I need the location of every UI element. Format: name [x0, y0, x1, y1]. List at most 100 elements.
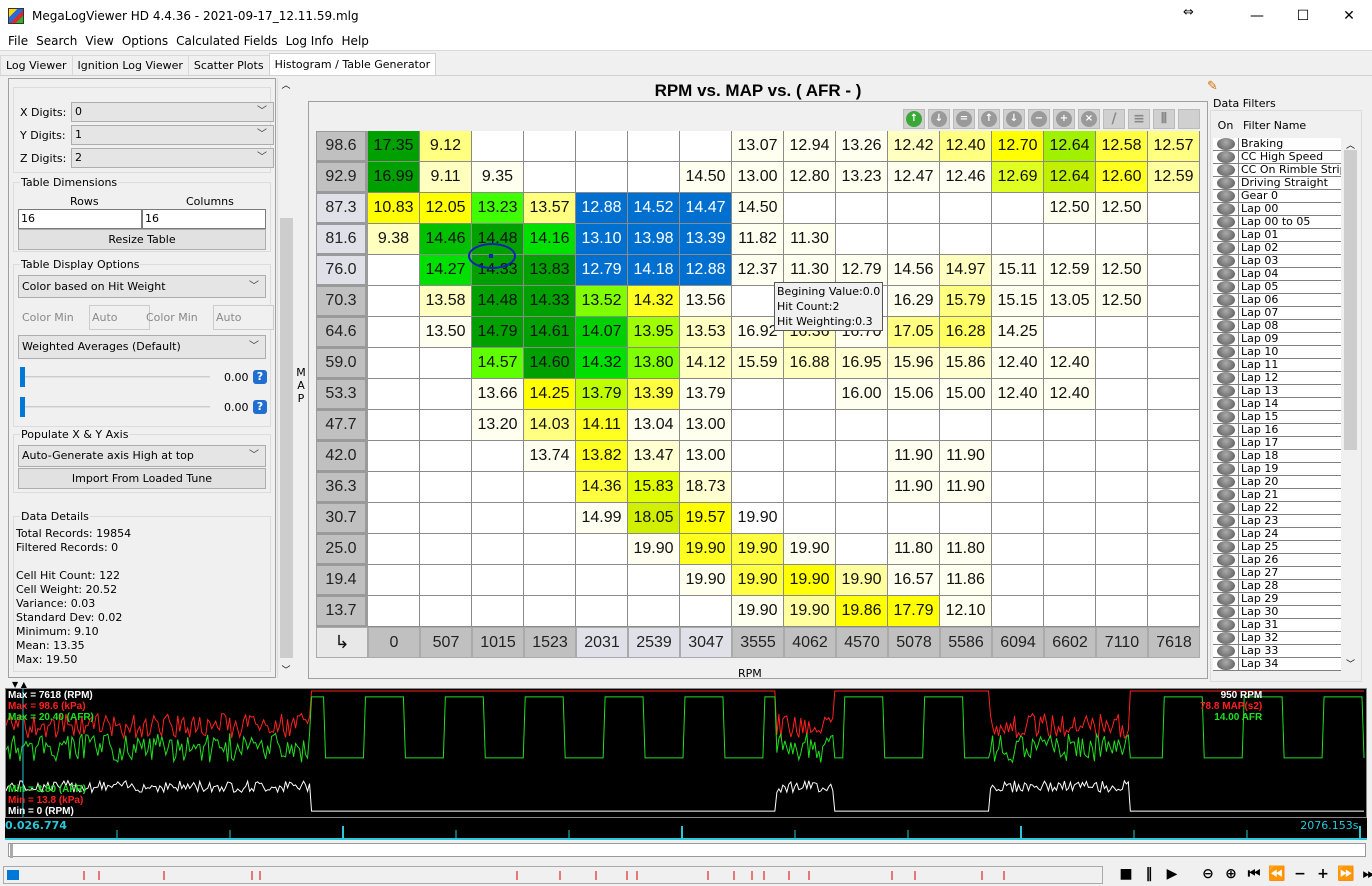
filter-row[interactable]: Lap 32 [1213, 632, 1341, 645]
table-cell[interactable]: 14.27 [420, 255, 472, 286]
row-header[interactable]: 19.4 [316, 565, 368, 596]
table-cell[interactable] [628, 131, 680, 162]
table-cell[interactable] [888, 224, 940, 255]
filter-row[interactable]: Lap 30 [1213, 606, 1341, 619]
table-cell[interactable] [1044, 534, 1096, 565]
table-cell[interactable] [472, 441, 524, 472]
filter-toggle[interactable] [1213, 203, 1238, 215]
table-cell[interactable]: 11.30 [784, 224, 836, 255]
table-cell[interactable]: 13.83 [524, 255, 576, 286]
table-cell[interactable]: 13.52 [576, 286, 628, 317]
menu-calculated-fields[interactable]: Calculated Fields [172, 34, 281, 48]
table-cell[interactable] [368, 441, 420, 472]
table-cell[interactable] [524, 596, 576, 627]
filter-row[interactable]: Lap 02 [1213, 242, 1341, 255]
filter-toggle[interactable] [1213, 606, 1238, 618]
table-cell[interactable]: 19.90 [732, 503, 784, 534]
filter-toggle[interactable] [1213, 177, 1238, 189]
table-cell[interactable] [524, 503, 576, 534]
col-on[interactable]: On [1213, 115, 1238, 137]
table-cell[interactable] [1148, 193, 1200, 224]
row-header[interactable]: 81.6 [316, 224, 368, 255]
time-scrubber[interactable] [8, 843, 1366, 858]
table-cell[interactable] [576, 131, 628, 162]
filter-row[interactable]: Lap 25 [1213, 541, 1341, 554]
table-cell[interactable]: 14.50 [732, 193, 784, 224]
row-header[interactable]: 64.6 [316, 317, 368, 348]
filter-row[interactable]: Lap 15 [1213, 411, 1341, 424]
table-cell[interactable] [1044, 503, 1096, 534]
table-cell[interactable]: 9.11 [420, 162, 472, 193]
arrow-up-icon[interactable]: ↑ [978, 109, 1000, 129]
filter-toggle[interactable] [1213, 593, 1238, 605]
table-cell[interactable]: 9.38 [368, 224, 420, 255]
table-cell[interactable]: 12.88 [576, 193, 628, 224]
filter-toggle[interactable] [1213, 268, 1238, 280]
filter-toggle[interactable] [1213, 450, 1238, 462]
table-cell[interactable]: 14.03 [524, 410, 576, 441]
table-cell[interactable]: 15.15 [992, 286, 1044, 317]
table-cell[interactable] [1044, 596, 1096, 627]
table-cell[interactable] [1148, 503, 1200, 534]
table-cell[interactable]: 19.90 [784, 565, 836, 596]
filter-toggle[interactable] [1213, 190, 1238, 202]
pencil-icon[interactable]: / [1103, 109, 1125, 129]
table-cell[interactable]: 13.04 [628, 410, 680, 441]
zoom-in-icon[interactable]: ⊕ [1220, 864, 1242, 884]
filter-toggle[interactable] [1213, 437, 1238, 449]
table-cell[interactable]: 11.82 [732, 224, 784, 255]
table-cell[interactable]: 19.90 [680, 534, 732, 565]
table-cell[interactable]: 11.90 [888, 441, 940, 472]
table-cell[interactable]: 12.50 [1096, 193, 1148, 224]
table-cell[interactable]: 19.90 [784, 596, 836, 627]
table-cell[interactable]: 14.47 [680, 193, 732, 224]
filter-toggle[interactable] [1213, 385, 1238, 397]
table-cell[interactable]: 12.46 [940, 162, 992, 193]
filter-row[interactable]: Lap 05 [1213, 281, 1341, 294]
table-cell[interactable] [628, 596, 680, 627]
filter-toggle[interactable] [1213, 333, 1238, 345]
refresh-up-icon[interactable]: ↑ [903, 109, 925, 129]
filter-toggle[interactable] [1213, 502, 1238, 514]
table-cell[interactable]: 12.40 [940, 131, 992, 162]
filter-row[interactable]: CC High Speed [1213, 151, 1341, 164]
row-header[interactable]: 98.6 [316, 131, 368, 162]
table-cell[interactable] [1096, 348, 1148, 379]
table-cell[interactable] [1148, 410, 1200, 441]
table-cell[interactable] [368, 472, 420, 503]
column-header[interactable]: 3047 [680, 627, 732, 658]
table-cell[interactable]: 16.57 [888, 565, 940, 596]
table-cell[interactable] [368, 596, 420, 627]
filter-row[interactable]: Lap 19 [1213, 463, 1341, 476]
filter-row[interactable]: CC On Rimble Strips [1213, 164, 1341, 177]
table-cell[interactable]: 12.94 [784, 131, 836, 162]
table-cell[interactable] [1096, 317, 1148, 348]
scroll-down-icon[interactable]: ﹀ [278, 663, 294, 676]
z-digits-select[interactable]: 2 ﹀ [71, 148, 274, 168]
row-header[interactable]: 13.7 [316, 596, 368, 627]
table-cell[interactable] [420, 472, 472, 503]
table-cell[interactable] [472, 534, 524, 565]
axis-mode-select[interactable]: Auto-Generate axis High at top ﹀ [18, 445, 266, 467]
filter-toggle[interactable] [1213, 398, 1238, 410]
column-header[interactable]: 2539 [628, 627, 680, 658]
table-cell[interactable]: 13.79 [680, 379, 732, 410]
equal-icon[interactable]: = [953, 109, 975, 129]
table-cell[interactable]: 15.79 [940, 286, 992, 317]
minus-icon[interactable]: − [1028, 109, 1050, 129]
col-filter-name[interactable]: Filter Name [1238, 115, 1306, 137]
table-cell[interactable]: 16.95 [836, 348, 888, 379]
table-cell[interactable] [524, 565, 576, 596]
tab-histogram-table-generator[interactable]: Histogram / Table Generator [268, 53, 437, 75]
table-cell[interactable]: 15.06 [888, 379, 940, 410]
table-cell[interactable] [732, 441, 784, 472]
table-cell[interactable] [1148, 286, 1200, 317]
filter-toggle[interactable] [1213, 554, 1238, 566]
column-header[interactable]: 5586 [940, 627, 992, 658]
column-header[interactable]: 3555 [732, 627, 784, 658]
marker-bar[interactable] [3, 866, 1103, 884]
table-cell[interactable] [1096, 379, 1148, 410]
table-cell[interactable] [1148, 565, 1200, 596]
table-cell[interactable] [420, 410, 472, 441]
table-cell[interactable]: 16.28 [940, 317, 992, 348]
